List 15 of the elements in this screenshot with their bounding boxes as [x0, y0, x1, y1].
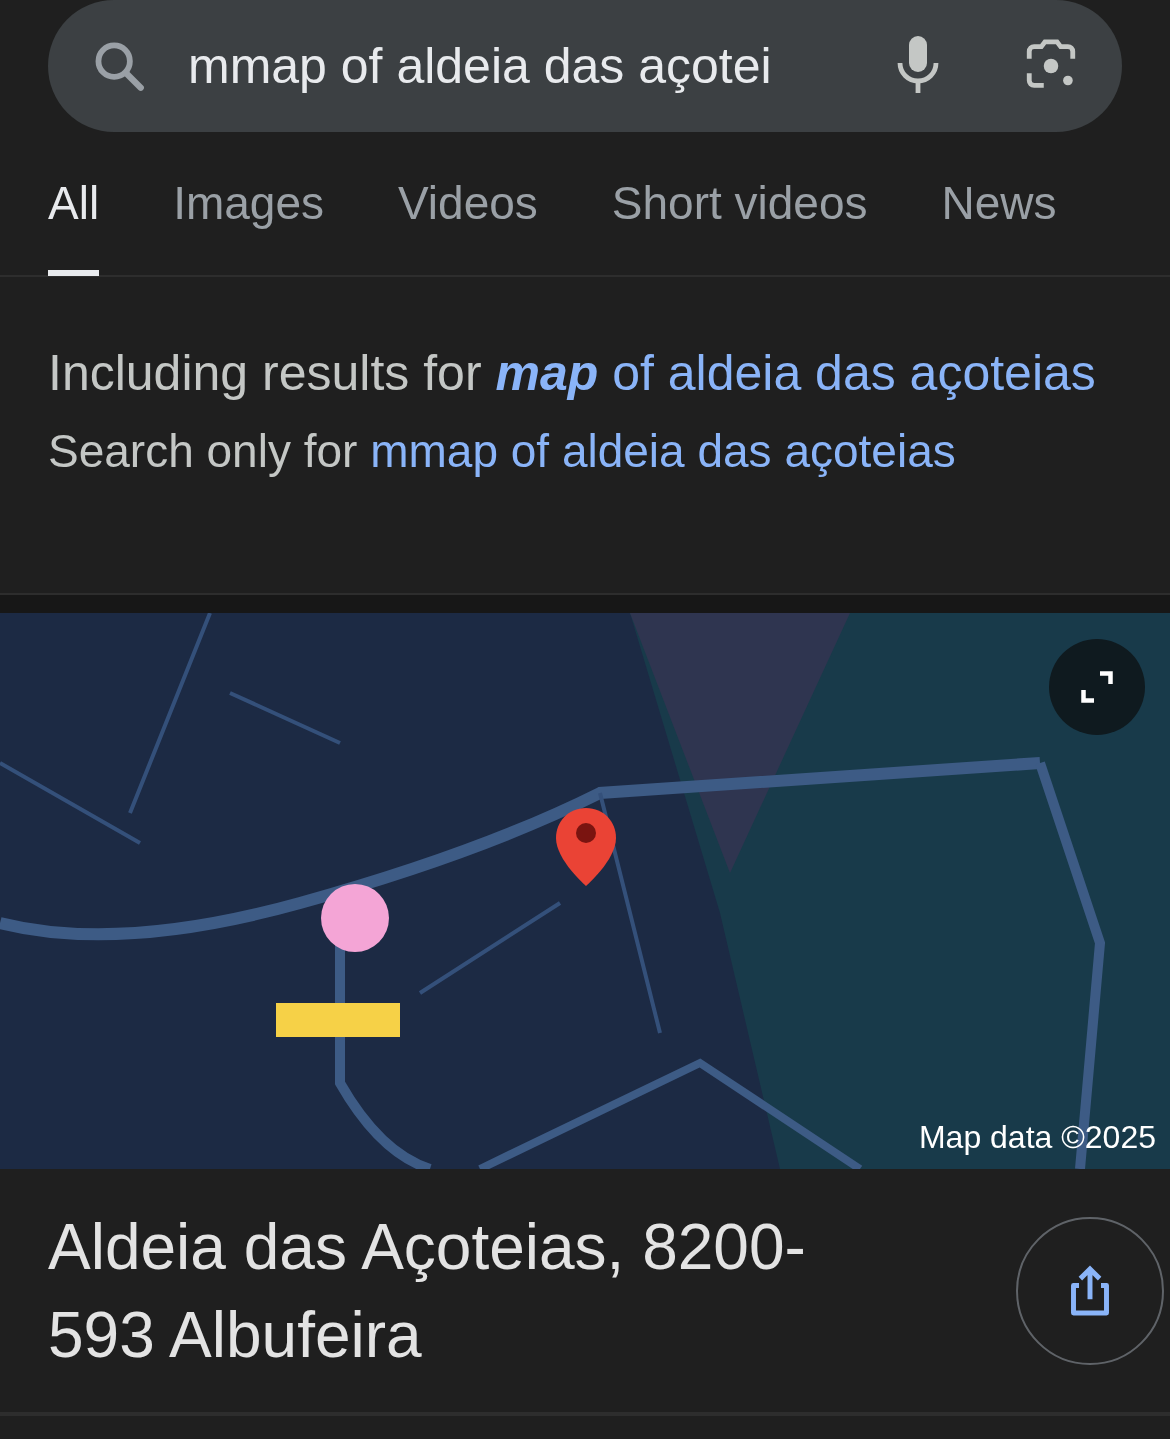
- map-attribution: Map data ©2025: [918, 1118, 1156, 1157]
- label-text: Including results for: [48, 345, 482, 401]
- expand-icon: [1079, 669, 1115, 705]
- tab[interactable]: News: [941, 131, 1057, 276]
- place-address: Aldeia das Açoteias, 8200-593 Albufeira: [48, 1209, 807, 1373]
- search-field[interactable]: mmap of aldeia das açotei: [48, 0, 1122, 132]
- corrected-query-link[interactable]: map of aldeia das açoteias: [495, 345, 1096, 401]
- tab[interactable]: Short videos: [611, 131, 868, 276]
- label-text: Search only for: [48, 425, 358, 477]
- tab[interactable]: Images: [173, 131, 324, 276]
- tab[interactable]: All: [48, 131, 100, 276]
- tab[interactable]: Videos: [398, 131, 538, 276]
- share-button[interactable]: [1016, 1216, 1164, 1365]
- original-query-link[interactable]: mmap of aldeia das açoteias: [370, 425, 956, 477]
- search-input: mmap of aldeia das açotei: [188, 28, 854, 104]
